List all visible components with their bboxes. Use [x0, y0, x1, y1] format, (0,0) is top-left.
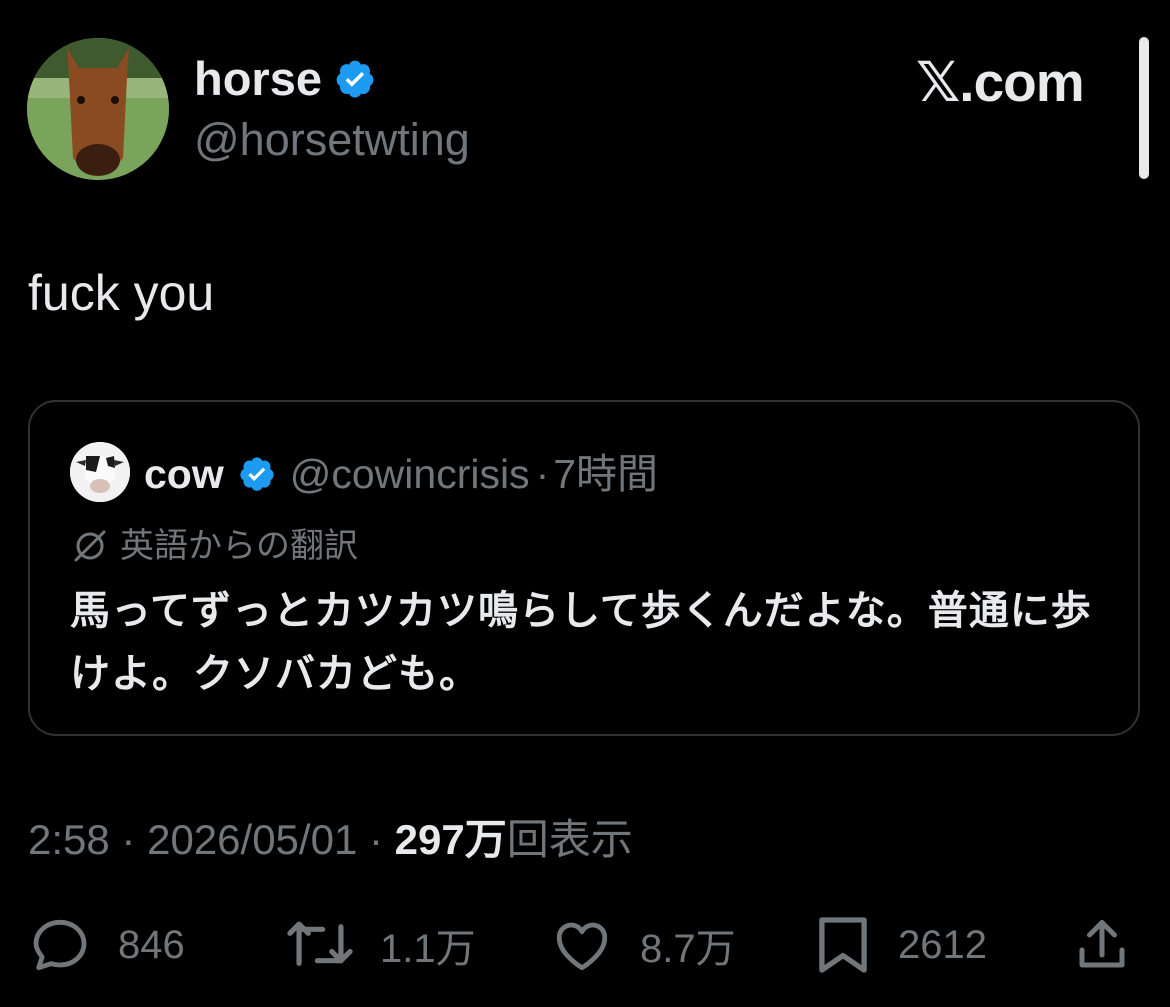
quote-author-name[interactable]: cow: [144, 446, 224, 502]
like-icon: [556, 922, 608, 971]
reply-button[interactable]: 846: [28, 912, 185, 978]
reply-count: 846: [118, 922, 185, 967]
bookmark-icon: [819, 917, 867, 973]
author-avatar[interactable]: [27, 38, 169, 180]
author-name-row[interactable]: horse: [194, 50, 376, 108]
retweet-count: 1.1万: [380, 927, 476, 971]
like-button[interactable]: 8.7万: [550, 912, 736, 978]
tweet-meta: 2:58 · 2026/05/01 · 297万回表示: [28, 812, 633, 868]
reply-icon: [33, 919, 87, 971]
quote-author-avatar[interactable]: [70, 442, 130, 502]
horse-avatar-image: [27, 38, 169, 180]
retweet-icon: [287, 921, 353, 966]
translation-label: 英語からの翻訳: [120, 527, 358, 565]
bookmark-count: 2612: [898, 922, 987, 967]
views-count: 297万: [394, 816, 507, 863]
quote-timestamp[interactable]: 7時間: [553, 446, 658, 502]
translate-icon: [74, 530, 106, 562]
share-button[interactable]: [1072, 912, 1132, 978]
cow-avatar-image: [70, 442, 130, 502]
retweet-button[interactable]: 1.1万: [286, 912, 476, 978]
meta-separator: ·: [121, 816, 136, 863]
scrollbar[interactable]: [1139, 37, 1149, 179]
bookmark-button[interactable]: 2612: [814, 912, 987, 978]
quote-separator: ·: [535, 451, 550, 497]
tweet-date[interactable]: 2026/05/01: [147, 816, 357, 863]
translation-label-row[interactable]: 英語からの翻訳: [70, 524, 358, 568]
views-label: 回表示: [506, 816, 633, 863]
author-name[interactable]: horse: [194, 50, 322, 108]
tweet-text: fuck you: [28, 265, 215, 321]
share-icon: [1079, 920, 1125, 968]
tweet-time[interactable]: 2:58: [28, 816, 110, 863]
quote-text: 馬ってずっとカツカツ鳴らして歩くんだよな。普通に歩けよ。クソバカども。: [70, 589, 1092, 696]
author-handle[interactable]: @horsetwting: [194, 112, 470, 168]
verified-badge-icon: [336, 60, 374, 98]
verified-badge-icon: [240, 457, 274, 491]
quote-author-handle[interactable]: @cowincrisis: [290, 446, 530, 502]
meta-separator: ·: [368, 816, 383, 863]
x-brand-logo: 𝕏.com: [916, 51, 1085, 113]
like-count: 8.7万: [640, 927, 736, 971]
quote-tweet-card[interactable]: cow @cowincrisis · 7時間 英語からの翻訳 馬ってずっとカツカ…: [28, 400, 1140, 736]
quote-header: cow @cowincrisis · 7時間: [144, 446, 658, 502]
